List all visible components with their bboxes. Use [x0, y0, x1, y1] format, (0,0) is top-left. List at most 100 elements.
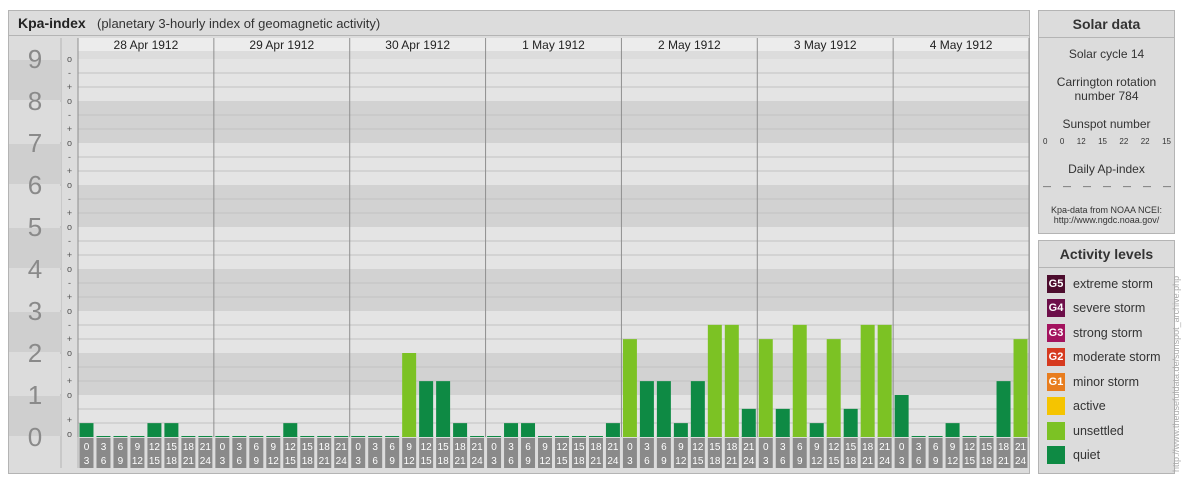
- interval-start-label: 12: [421, 442, 433, 453]
- interval-start-label: 15: [302, 442, 314, 453]
- bar-baseline: [130, 436, 145, 437]
- interval-start-label: 3: [237, 442, 243, 453]
- legend-label: unsettled: [1073, 424, 1124, 438]
- kpa-chart-svg: +o+o-+o-+o-+o-+o-+o-+o-+o-o0123456789 28 …: [9, 38, 1030, 468]
- interval-end-label: 12: [675, 456, 687, 467]
- legend-item-extreme-storm: G5 extreme storm: [1047, 274, 1153, 294]
- level-band-8: [78, 59, 1029, 101]
- sub-tick-label: -: [68, 320, 71, 330]
- bar-baseline: [588, 436, 603, 437]
- interval-start-label: 21: [200, 442, 212, 453]
- legend-label: extreme storm: [1073, 277, 1153, 291]
- interval-end-label: 24: [879, 456, 891, 467]
- bar-baseline: [979, 436, 994, 437]
- interval-start-label: 9: [271, 442, 277, 453]
- sub-tick-label: -: [68, 152, 71, 162]
- bar-baseline: [419, 436, 434, 437]
- kpa-bar: [945, 423, 960, 437]
- interval-start-label: 6: [254, 442, 260, 453]
- interval-start-label: 6: [797, 442, 803, 453]
- legend-item-strong-storm: G3 strong storm: [1047, 323, 1142, 343]
- sub-tick-label: +: [67, 250, 72, 260]
- bar-baseline: [79, 436, 94, 437]
- kpa-bar: [792, 324, 807, 437]
- interval-start-label: 15: [573, 442, 585, 453]
- ap-value: —: [1083, 182, 1091, 191]
- legend-swatch: G3: [1047, 324, 1065, 342]
- interval-end-label: 12: [268, 456, 280, 467]
- kpa-bar: [775, 408, 790, 437]
- interval-start-label: 3: [101, 442, 107, 453]
- kpa-bar: [843, 408, 858, 437]
- interval-end-label: 9: [254, 456, 260, 467]
- kpa-bar: [521, 423, 536, 437]
- kpa-bar: [724, 324, 739, 437]
- interval-end-label: 15: [285, 456, 297, 467]
- interval-start-label: 12: [692, 442, 704, 453]
- legend-label: minor storm: [1073, 375, 1139, 389]
- interval-end-label: 24: [607, 456, 619, 467]
- kpa-bar: [453, 423, 468, 437]
- day-label: 2 May 1912: [658, 38, 721, 52]
- interval-start-label: 0: [899, 442, 905, 453]
- kpa-bar: [826, 339, 841, 437]
- bar-baseline: [690, 436, 705, 437]
- interval-end-label: 21: [726, 456, 738, 467]
- day-label: 1 May 1912: [522, 38, 585, 52]
- legend-item-unsettled: unsettled: [1047, 421, 1124, 441]
- kpa-bar: [877, 324, 892, 437]
- interval-end-label: 6: [780, 456, 786, 467]
- sub-tick-label: -: [68, 362, 71, 372]
- kpa-bar: [809, 423, 824, 437]
- bar-baseline: [249, 436, 264, 437]
- sunspot-value: 0: [1043, 137, 1048, 146]
- interval-start-label: 0: [491, 442, 497, 453]
- kpa-bar: [419, 381, 434, 437]
- interval-start-label: 18: [590, 442, 602, 453]
- bar-baseline: [605, 436, 620, 437]
- bar-baseline: [215, 436, 230, 437]
- sub-tick-label: o: [67, 429, 72, 439]
- solar-data-title: Solar data: [1039, 11, 1174, 38]
- sub-tick-label: o: [67, 348, 72, 358]
- interval-start-label: 12: [556, 442, 568, 453]
- sub-tick-label: -: [68, 236, 71, 246]
- legend-label: severe storm: [1073, 301, 1146, 315]
- bar-baseline: [521, 436, 536, 437]
- interval-start-label: 21: [607, 442, 619, 453]
- y-tick-label: 8: [28, 86, 42, 116]
- bar-baseline: [860, 436, 875, 437]
- sub-tick-label: o: [67, 96, 72, 106]
- bar-baseline: [504, 436, 519, 437]
- bar-baseline: [555, 436, 569, 437]
- sunspot-label: Sunspot number: [1062, 117, 1151, 131]
- sunspot-value: 15: [1162, 137, 1171, 146]
- ap-value: —: [1063, 182, 1071, 191]
- bar-baseline: [826, 436, 841, 437]
- interval-start-label: 12: [285, 442, 297, 453]
- interval-start-label: 18: [998, 442, 1010, 453]
- bar-baseline: [300, 436, 315, 437]
- sub-tick-label: -: [68, 68, 71, 78]
- kpa-bar: [164, 423, 179, 437]
- level-band-3: [78, 269, 1029, 311]
- kpa-bar: [402, 353, 417, 437]
- level-band-4: [78, 227, 1029, 269]
- interval-start-label: 18: [455, 442, 467, 453]
- kpa-bar: [707, 324, 722, 437]
- source-credit: http://www.theusefuldata.de/sunspot_arch…: [1171, 275, 1181, 472]
- interval-end-label: 3: [220, 456, 226, 467]
- level-band-7: [78, 101, 1029, 143]
- interval-start-label: 9: [814, 442, 820, 453]
- bar-baseline: [436, 436, 451, 437]
- activity-levels-title: Activity levels: [1039, 241, 1174, 268]
- sub-tick-label: +: [67, 292, 72, 302]
- sunspot-values: 0 0 12 15 22 22 15: [1043, 137, 1171, 146]
- interval-end-label: 3: [355, 456, 361, 467]
- day-label: 3 May 1912: [794, 38, 857, 52]
- bar-baseline: [232, 436, 247, 437]
- bar-baseline: [673, 436, 688, 437]
- legend-item-moderate-storm: G2 moderate storm: [1047, 347, 1161, 367]
- legend-item-severe-storm: G4 severe storm: [1047, 298, 1145, 318]
- interval-end-label: 3: [627, 456, 633, 467]
